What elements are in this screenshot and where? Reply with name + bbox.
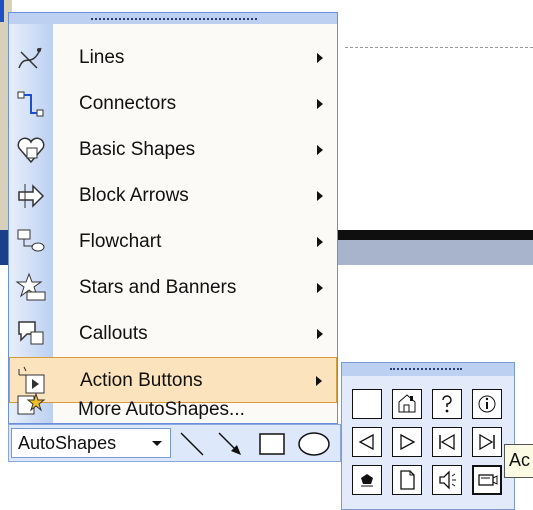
action-button-document[interactable] (392, 465, 422, 495)
action-button-help[interactable] (432, 389, 462, 419)
menu-drag-handle[interactable] (9, 13, 337, 24)
menu-item-label: Basic Shapes (79, 139, 196, 160)
stars-banners-icon (15, 272, 47, 304)
menu-item-lines[interactable]: Lines (9, 35, 337, 81)
action-button-sound[interactable] (432, 465, 462, 495)
callouts-icon (15, 318, 47, 350)
chevron-down-icon (152, 441, 162, 446)
menu-item-label: Stars and Banners (79, 277, 237, 298)
menu-item-label: Flowchart (79, 231, 162, 252)
action-button-end[interactable] (472, 427, 502, 457)
menu-item-connectors[interactable]: Connectors (9, 81, 337, 127)
submenu-arrow-icon (317, 283, 323, 293)
menu-item-basic-shapes[interactable]: Basic Shapes (9, 127, 337, 173)
menu-item-label: More AutoShapes... (78, 399, 245, 420)
menu-item-label: Block Arrows (79, 185, 189, 206)
block-arrows-icon (15, 180, 47, 212)
menu-item-callouts[interactable]: Callouts (9, 311, 337, 357)
dashed-guide-line (345, 47, 533, 48)
menu-item-label: Connectors (79, 93, 177, 114)
drawing-toolbar: AutoShapes (8, 424, 341, 462)
submenu-arrow-icon (317, 329, 323, 339)
background-accent (0, 0, 4, 22)
autoshapes-button[interactable]: AutoShapes (11, 428, 171, 458)
submenu-arrow-icon (317, 145, 323, 155)
flowchart-icon (15, 226, 47, 258)
menu-item-flowchart[interactable]: Flowchart (9, 219, 337, 265)
menu-item-more-autoshapes-row[interactable]: More AutoShapes... (8, 392, 338, 424)
basic-shapes-icon (15, 134, 47, 166)
autoshapes-menu: Lines Connectors Basic Shapes Block Arro… (8, 12, 338, 425)
action-button-forward[interactable] (392, 427, 422, 457)
menu-item-label: Callouts (79, 323, 148, 344)
menu-item-stars-and-banners[interactable]: Stars and Banners (9, 265, 337, 311)
menu-item-block-arrows[interactable]: Block Arrows (9, 173, 337, 219)
line-icon[interactable] (177, 429, 207, 459)
oval-icon[interactable] (297, 429, 331, 459)
action-button-return[interactable] (352, 465, 382, 495)
rectangle-icon[interactable] (257, 429, 287, 459)
submenu-arrow-icon (316, 376, 322, 386)
palette-drag-handle[interactable] (342, 363, 514, 376)
submenu-arrow-icon (317, 191, 323, 201)
action-button-beginning[interactable] (432, 427, 462, 457)
lines-icon (15, 42, 47, 74)
submenu-arrow-icon (317, 53, 323, 63)
submenu-arrow-icon (317, 99, 323, 109)
submenu-arrow-icon (317, 237, 323, 247)
background-strip-accent (0, 230, 8, 265)
action-button-movie[interactable] (472, 465, 502, 495)
connectors-icon (15, 88, 47, 120)
action-buttons-palette (341, 362, 515, 510)
menu-item-label: Lines (79, 47, 125, 68)
autoshapes-label: AutoShapes (18, 433, 117, 453)
action-button-home[interactable] (392, 389, 422, 419)
action-button-back[interactable] (352, 427, 382, 457)
action-button-custom[interactable] (352, 389, 382, 419)
more-autoshapes-icon (14, 390, 46, 422)
arrow-icon[interactable] (215, 429, 245, 459)
action-button-information[interactable] (472, 389, 502, 419)
tooltip: Ac (504, 444, 533, 478)
